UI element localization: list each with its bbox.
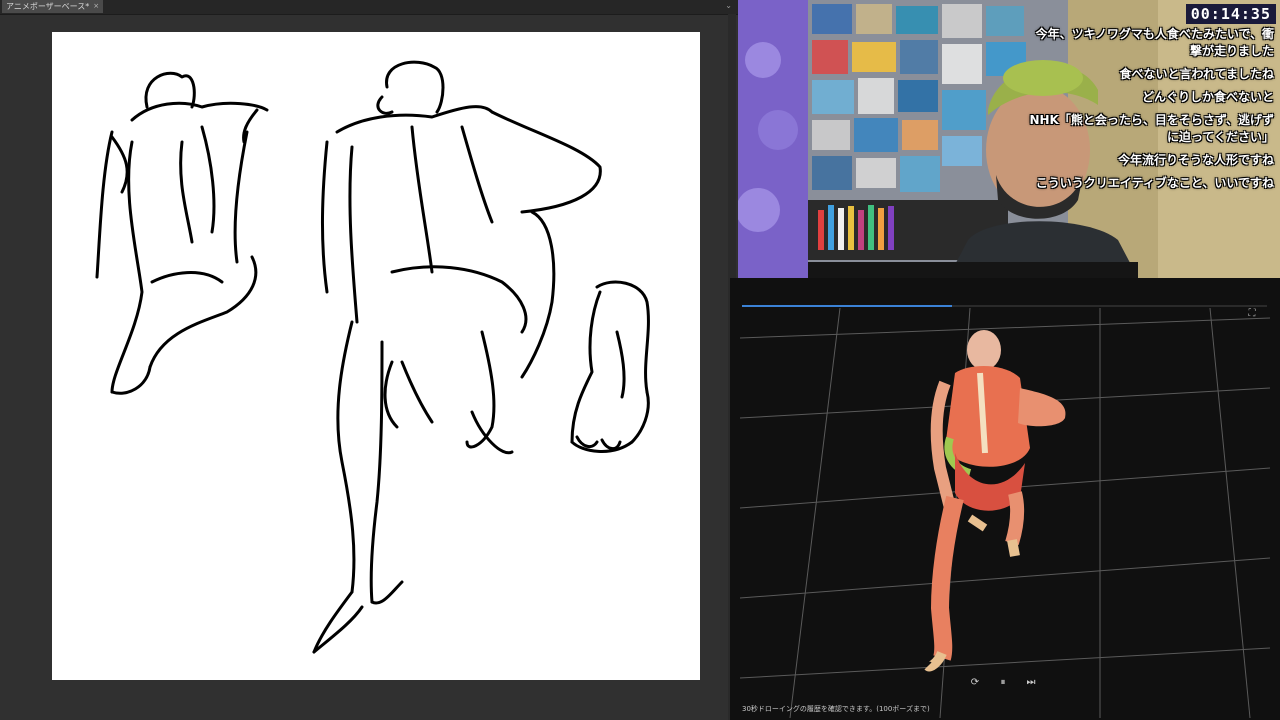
viewer-progress-fill [742, 305, 952, 307]
chat-comments: 今年、ツキノワグマも人食べたみたいで、衝撃が走りました 食べないと言われてました… [1024, 26, 1274, 192]
chat-comment: NHK「熊と会ったら、目をそらさず、逃げずに迫ってください」 [1029, 113, 1274, 144]
sketch-figure-raised-knee [312, 60, 602, 654]
fullscreen-icon[interactable]: ⛶ [1246, 308, 1258, 320]
chat-comment: 今年流行りそうな人形ですね [1117, 153, 1274, 167]
webcam-feed: 00:14:35 今年、ツキノワグマも人食べたみたいで、衝撃が走りました 食べな… [738, 0, 1280, 278]
viewer-progress-bar [742, 305, 1267, 307]
replay-icon[interactable]: ⟳ [968, 676, 982, 690]
chat-comment: どんぐりしか食べないと [1141, 90, 1274, 104]
viewer-3d-scene [739, 307, 1271, 719]
document-tab-label: アニメポーザーベース* [6, 2, 90, 11]
muscle-figure [924, 330, 1066, 672]
chevron-down-icon[interactable]: ⌄ [725, 1, 732, 10]
drawing-canvas[interactable] [52, 32, 700, 680]
chat-comment: 食べないと言われてましたね [1119, 67, 1274, 81]
drawing-app: アニメポーザーベース* × ⌄ [0, 0, 738, 720]
chat-comment: こういうクリエイティブなこと、いいですね [1035, 176, 1274, 190]
sketch-foot-study [570, 280, 650, 453]
close-icon[interactable]: × [93, 0, 99, 13]
document-tab[interactable]: アニメポーザーベース* × [2, 0, 104, 13]
fast-forward-icon[interactable]: ⏭ [1024, 676, 1038, 690]
pose-sketches [95, 60, 650, 654]
sketch-figure-back-crouch [95, 71, 269, 395]
viewer-controls: ⟳ ⏸ ⏭ [968, 676, 1038, 690]
pause-icon[interactable]: ⏸ [996, 676, 1010, 690]
viewer-caption: 30秒ドローイングの履歴を確認できます。(100ポーズまで) [742, 705, 930, 713]
pose-viewer: ⛶ ⟳ ⏸ ⏭ 30秒ドローイングの履歴を確認できます。(100ポーズまで) [730, 278, 1280, 720]
chat-comment: 今年、ツキノワグマも人食べたみたいで、衝撃が走りました [1035, 27, 1274, 58]
document-tab-strip: アニメポーザーベース* × ⌄ [0, 0, 738, 15]
stream-timer: 00:14:35 [1185, 4, 1276, 24]
